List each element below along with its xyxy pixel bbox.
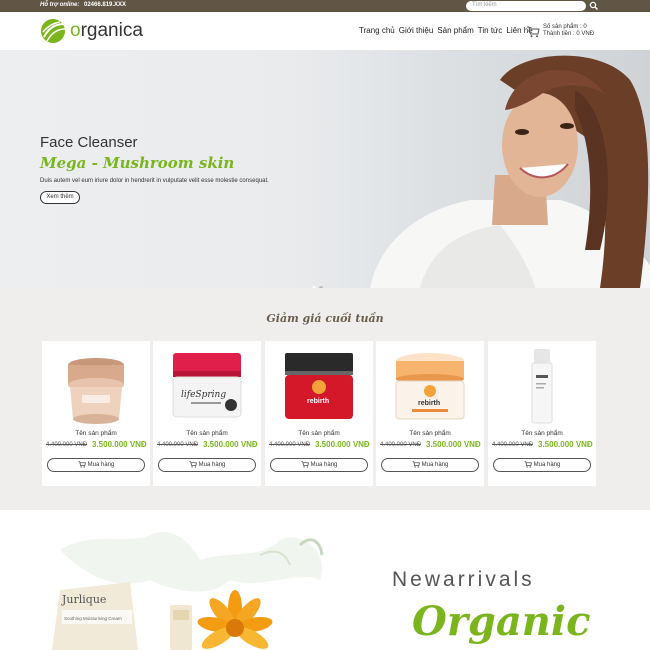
slider-dots (312, 277, 326, 288)
buy-label: Mua hàng (421, 462, 449, 468)
nav-item-home[interactable]: Trang chủ (359, 26, 395, 35)
buy-button[interactable]: Mua hàng (381, 458, 479, 472)
logo-text-o: o (70, 20, 81, 41)
section-title: Giảm giá cuối tuần (266, 312, 384, 325)
product-card[interactable]: rebirth Tên sản phẩm 4.400.000 VNĐ 3.500… (265, 341, 373, 486)
product-image-lifespring[interactable]: lifeSpring (167, 347, 247, 427)
hero-subtitle: Mega - Mushroom skin (40, 154, 235, 172)
support-label: Hỗ trợ online: (40, 2, 80, 8)
nav-item-news[interactable]: Tin tức (478, 26, 503, 35)
buy-button[interactable]: Mua hàng (270, 458, 368, 472)
product-price: 3.500.000 VNĐ (203, 440, 258, 449)
product-name[interactable]: Tên sản phẩm (265, 430, 373, 437)
product-card[interactable]: Tên sản phẩm 4.400.000 VNĐ 3.500.000 VNĐ… (42, 341, 150, 486)
hero-more-button[interactable]: Xem thêm (40, 191, 80, 204)
product-price: 3.500.000 VNĐ (92, 440, 147, 449)
logo-text-rest: rganica (80, 20, 143, 41)
cart-icon (526, 25, 540, 38)
cart-total: Thành tiền : 0 VNĐ (543, 31, 595, 37)
svg-text:rebirth: rebirth (418, 400, 440, 407)
product-name[interactable]: Tên sản phẩm (376, 430, 484, 437)
nav-item-about[interactable]: Giới thiệu (399, 26, 434, 35)
product-image-serum[interactable] (502, 347, 582, 427)
product-price: 3.500.000 VNĐ (315, 440, 370, 449)
product-image-himalaya[interactable] (56, 347, 136, 427)
cart-icon (78, 461, 86, 468)
main-nav: Trang chủ Giới thiệu Sản phẩm Tin tức Li… (359, 26, 533, 35)
product-card[interactable]: rebirth Tên sản phẩm 4.400.000 VNĐ 3.500… (376, 341, 484, 486)
product-old-price: 4.400.000 VNĐ (380, 442, 422, 448)
tube-brand: Jurlique (61, 593, 106, 606)
product-image-rebirth-orange[interactable]: rebirth (390, 347, 470, 427)
product-old-price: 4.400.000 VNĐ (46, 442, 88, 448)
buy-label: Mua hàng (87, 462, 115, 468)
product-name[interactable]: Tên sản phẩm (153, 430, 261, 437)
hero-title: Face Cleanser (40, 134, 138, 151)
product-name[interactable]: Tên sản phẩm (42, 430, 150, 437)
buy-button[interactable]: Mua hàng (493, 458, 591, 472)
cart-icon (524, 461, 532, 468)
site-header: organica Trang chủ Giới thiệu Sản phẩm T… (0, 12, 650, 50)
product-image-rebirth-red[interactable]: rebirth (279, 347, 359, 427)
product-price: 3.500.000 VNĐ (538, 440, 593, 449)
buy-button[interactable]: Mua hàng (158, 458, 256, 472)
buy-label: Mua hàng (533, 462, 561, 468)
new-arrivals-subheading: Organic (412, 598, 591, 645)
buy-button[interactable]: Mua hàng (47, 458, 145, 472)
cart-icon (189, 461, 197, 468)
new-arrivals-section: Jurlique Soothing Moisturising Cream New… (0, 510, 650, 650)
product-old-price: 4.400.000 VNĐ (492, 442, 534, 448)
product-price: 3.500.000 VNĐ (426, 440, 481, 449)
product-old-price: 4.400.000 VNĐ (269, 442, 311, 448)
cart-icon (301, 461, 309, 468)
product-name[interactable]: Tên sản phẩm (488, 430, 596, 437)
cart-icon (412, 461, 420, 468)
top-bar: Hỗ trợ online: 02466.819.XXX Tìm kiếm (0, 0, 650, 12)
search-icon[interactable] (588, 0, 600, 12)
svg-text:lifeSpring: lifeSpring (181, 390, 226, 400)
buy-label: Mua hàng (310, 462, 338, 468)
product-card[interactable]: lifeSpring Tên sản phẩm 4.400.000 VNĐ 3.… (153, 341, 261, 486)
logo-text[interactable]: organica (70, 20, 143, 42)
tube-label: Soothing Moisturising Cream (64, 616, 122, 621)
product-card[interactable]: Tên sản phẩm 4.400.000 VNĐ 3.500.000 VNĐ… (488, 341, 596, 486)
search-input[interactable]: Tìm kiếm (466, 1, 586, 11)
nav-item-products[interactable]: Sản phẩm (437, 26, 473, 35)
cart-count: Số sản phẩm : 0 (543, 24, 587, 30)
buy-label: Mua hàng (198, 462, 226, 468)
new-arrivals-heading: Newarrivals (392, 568, 535, 591)
new-arrivals-image: Jurlique Soothing Moisturising Cream (52, 531, 324, 650)
svg-text:rebirth: rebirth (307, 398, 329, 405)
hero-description: Duis autem vel eum iriure dolor in hendr… (40, 178, 269, 184)
weekend-deals-section: Giảm giá cuối tuần Tên sản phẩm 4.400.00… (0, 288, 650, 510)
product-old-price: 4.400.000 VNĐ (157, 442, 199, 448)
support-phone[interactable]: 02466.819.XXX (84, 2, 126, 8)
cart-summary[interactable]: Số sản phẩm : 0 Thành tiền : 0 VNĐ (526, 24, 626, 40)
hero-banner: Face Cleanser Mega - Mushroom skin Duis … (0, 50, 650, 288)
leaf-logo-icon (41, 19, 66, 43)
